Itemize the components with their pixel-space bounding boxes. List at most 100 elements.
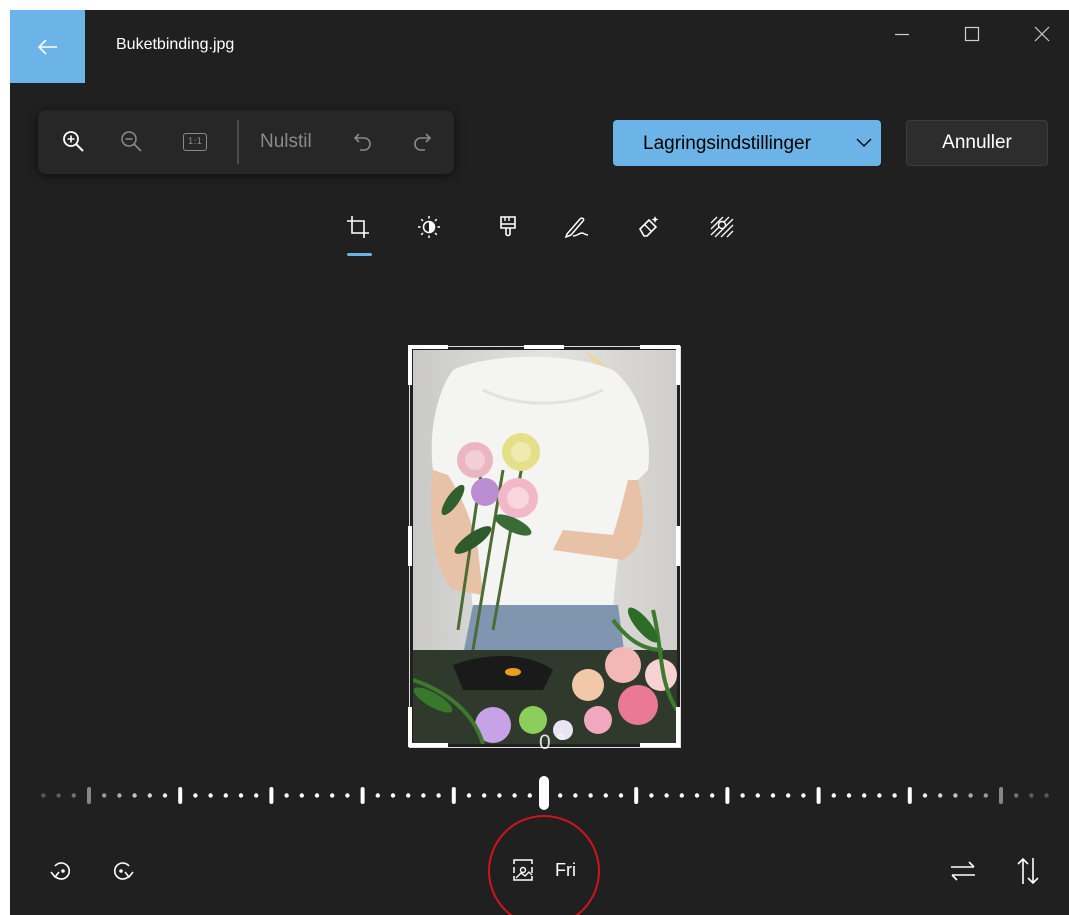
slider-major-tick — [907, 787, 912, 804]
slider-minor-tick — [710, 793, 715, 798]
slider-minor-tick — [770, 793, 776, 798]
maximize-button[interactable] — [960, 22, 984, 46]
slider-minor-tick — [56, 793, 61, 798]
undo-icon — [353, 133, 371, 151]
back-button[interactable] — [10, 10, 85, 83]
slider-minor-tick — [618, 793, 624, 798]
minimize-icon — [895, 33, 909, 36]
tab-background[interactable] — [707, 212, 737, 242]
slider-major-tick — [87, 787, 91, 804]
close-icon — [1034, 26, 1050, 42]
active-tab-indicator — [347, 253, 372, 256]
undo-button[interactable] — [349, 128, 377, 156]
slider-minor-tick — [922, 793, 928, 798]
slider-minor-tick — [390, 793, 396, 798]
slider-minor-tick — [314, 793, 320, 798]
redo-button[interactable] — [408, 128, 436, 156]
annotation-highlight-circle — [488, 815, 600, 915]
maximize-icon — [964, 26, 980, 42]
flip-horizontal-button[interactable] — [948, 856, 978, 886]
cancel-button[interactable]: Annuller — [906, 120, 1048, 166]
slider-major-tick — [269, 787, 274, 804]
crop-handle-top-left-v[interactable] — [408, 345, 412, 385]
slider-minor-tick — [558, 793, 563, 798]
crop-handle-top[interactable] — [524, 345, 564, 349]
tab-markup[interactable] — [562, 212, 592, 242]
slider-minor-tick — [147, 793, 152, 798]
slider-minor-tick — [968, 793, 973, 798]
slider-minor-tick — [223, 793, 228, 798]
slider-minor-tick — [71, 793, 76, 798]
minimize-button[interactable] — [890, 22, 914, 46]
slider-major-tick — [634, 787, 639, 804]
slider-minor-tick — [953, 793, 958, 798]
slider-minor-tick — [938, 793, 943, 798]
crop-handle-top-right[interactable] — [640, 345, 680, 349]
crop-handle-top-right-v[interactable] — [676, 345, 680, 385]
slider-minor-tick — [603, 793, 608, 798]
crop-handle-bottom-right-v[interactable] — [676, 707, 680, 747]
crop-handle-top-left[interactable] — [408, 345, 448, 349]
tab-erase[interactable] — [634, 212, 664, 242]
slider-minor-tick — [679, 793, 684, 798]
slider-minor-tick — [846, 793, 852, 798]
slider-minor-tick — [162, 793, 168, 798]
slider-minor-tick — [512, 793, 517, 798]
straighten-slider-thumb[interactable] — [539, 776, 549, 810]
crop-border — [409, 346, 681, 748]
actual-size-button[interactable]: 1:1 — [180, 128, 210, 156]
rotate-right-button[interactable] — [107, 856, 137, 886]
zoom-toolbar: 1:1 Nulstil — [38, 110, 454, 174]
chevron-down-icon — [856, 138, 872, 147]
markup-pen-icon — [564, 217, 589, 239]
slider-minor-tick — [238, 793, 244, 798]
slider-major-tick — [816, 787, 821, 804]
slider-minor-tick — [193, 793, 198, 798]
redo-icon — [414, 133, 432, 151]
save-options-button[interactable]: Lagringsindstillinger — [613, 120, 881, 166]
rotate-left-button[interactable] — [47, 856, 77, 886]
slider-major-tick — [999, 787, 1003, 804]
slider-minor-tick — [573, 793, 578, 798]
slider-minor-tick — [330, 793, 335, 798]
slider-major-tick — [178, 787, 183, 804]
tab-filter[interactable] — [493, 212, 523, 242]
eraser-icon — [639, 216, 659, 237]
slider-minor-tick — [527, 793, 532, 798]
flip-vertical-icon — [1017, 857, 1039, 885]
background-blur-icon — [710, 216, 734, 238]
crop-handle-right[interactable] — [676, 526, 680, 566]
slider-minor-tick — [664, 793, 669, 798]
flip-vertical-button[interactable] — [1013, 856, 1043, 886]
slider-minor-tick — [755, 793, 760, 798]
crop-handle-bottom-left-v[interactable] — [408, 707, 412, 747]
actual-size-label: 1:1 — [187, 137, 203, 147]
close-button[interactable] — [1030, 22, 1054, 46]
slider-minor-tick — [497, 793, 502, 798]
reset-button[interactable]: Nulstil — [260, 131, 312, 153]
tab-crop[interactable] — [343, 212, 373, 242]
crop-area[interactable] — [408, 345, 681, 748]
crop-icon — [347, 216, 369, 238]
slider-minor-tick — [102, 793, 107, 798]
slider-minor-tick — [1044, 793, 1049, 798]
slider-minor-tick — [1014, 793, 1019, 798]
straighten-angle-label: 0 ° — [539, 731, 565, 754]
crop-handle-left[interactable] — [408, 526, 412, 566]
slider-minor-tick — [831, 793, 836, 798]
zoom-in-button[interactable] — [60, 128, 88, 156]
zoom-in-icon — [63, 131, 84, 152]
zoom-out-button[interactable] — [118, 128, 146, 156]
rotate-right-icon — [114, 862, 134, 880]
slider-minor-tick — [345, 793, 350, 798]
crop-handle-bottom-right[interactable] — [640, 743, 680, 747]
toolbar-divider — [237, 120, 239, 164]
slider-minor-tick — [983, 793, 988, 798]
crop-handle-bottom-left[interactable] — [408, 743, 448, 747]
rotate-left-icon — [50, 862, 70, 880]
flip-horizontal-icon — [951, 861, 975, 881]
slider-minor-tick — [254, 793, 259, 798]
slider-minor-tick — [436, 793, 441, 798]
tab-adjust[interactable] — [414, 212, 444, 242]
photos-editor-window: Buketbinding.jpg 1:1 Nulstil Lagringsind… — [10, 10, 1069, 915]
